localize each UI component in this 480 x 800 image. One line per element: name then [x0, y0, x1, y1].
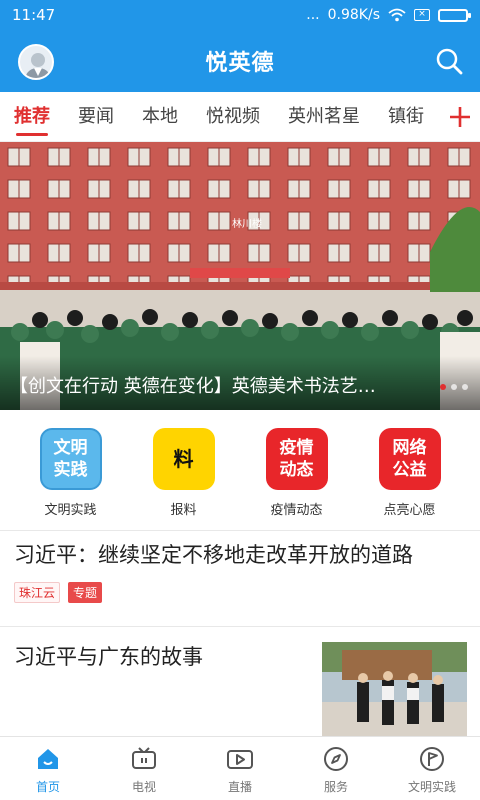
charity-icon-text: 网络 公益: [392, 438, 427, 480]
quick-link-civilization[interactable]: 文明 实践 文明实践: [21, 418, 121, 526]
status-time: 11:47: [12, 6, 56, 24]
avatar[interactable]: [18, 44, 54, 80]
nav-service[interactable]: 服务: [288, 737, 384, 800]
nav-label: 首页: [35, 780, 60, 794]
news-title: 习近平：继续坚定不移地走改革开放的道路: [14, 543, 413, 567]
epidemic-news-icon: 疫情 动态: [265, 428, 328, 490]
nav-label: 文明实践: [407, 780, 456, 794]
nav-label: 直播: [227, 780, 252, 794]
nav-tv[interactable]: 电视: [96, 737, 192, 800]
divider: [0, 530, 480, 531]
status-dots: ...: [306, 7, 320, 23]
report-icon: 料: [152, 428, 215, 490]
quick-link-label: 疫情动态: [270, 503, 323, 518]
news-tags: 珠江云 专题: [14, 582, 470, 603]
source-tag: 珠江云: [14, 582, 61, 603]
status-bar: 11:47 ... 0.98K/s ×: [0, 0, 480, 30]
nav-live[interactable]: 直播: [192, 737, 288, 800]
flag-icon: [420, 747, 444, 771]
news-item[interactable]: 习近平与广东的故事: [14, 642, 314, 672]
topic-tag: 专题: [68, 582, 103, 603]
banner-carousel[interactable]: 林川楼 【创文在行动 英德在变化】英德美术书法艺…: [0, 142, 480, 410]
carousel-dot: [462, 384, 468, 390]
tab-stars[interactable]: 英州茗星: [274, 92, 374, 141]
report-icon-text: 料: [173, 447, 194, 471]
carousel-dot: [451, 384, 457, 390]
nav-label: 电视: [131, 780, 156, 794]
add-tab-button[interactable]: [440, 92, 480, 141]
civilization-practice-icon-text: 文明 实践: [53, 438, 88, 480]
user-icon: [24, 53, 52, 78]
quick-link-wish[interactable]: 网络 公益 点亮心愿: [360, 418, 460, 526]
news-title: 习近平与广东的故事: [14, 645, 203, 669]
network-speed: 0.98K/s: [327, 7, 380, 23]
tab-local[interactable]: 本地: [128, 92, 192, 141]
compass-icon: [324, 747, 348, 771]
plus-icon: [450, 107, 470, 127]
quick-link-epidemic[interactable]: 疫情 动态 疫情动态: [247, 418, 347, 526]
category-tabs: 推荐 要闻 本地 悦视频 英州茗星 镇街: [0, 92, 480, 142]
charity-icon: 网络 公益: [378, 428, 441, 490]
bottom-navigation: 首页 电视 直播 服务 文明实践: [0, 736, 480, 800]
status-indicators: ... 0.98K/s ×: [306, 7, 471, 23]
news-thumbnail[interactable]: [322, 642, 467, 737]
battery-icon: [438, 8, 471, 22]
nav-label: 服务: [323, 780, 348, 794]
carousel-indicator: [440, 384, 468, 390]
banner-caption: 【创文在行动 英德在变化】英德美术书法艺…: [0, 356, 480, 410]
search-icon: [436, 48, 463, 75]
quick-links: 文明 实践 文明实践 料 报料 疫情 动态 疫情动态 网络 公益 点亮心愿: [0, 418, 480, 526]
quick-link-report[interactable]: 料 报料: [134, 418, 234, 526]
tab-towns[interactable]: 镇街: [374, 92, 438, 141]
app-header: 悦英德: [0, 30, 480, 92]
news-item[interactable]: 习近平：继续坚定不移地走改革开放的道路 珠江云 专题: [14, 540, 470, 603]
search-button[interactable]: [434, 46, 464, 76]
quick-link-label: 报料: [170, 503, 197, 518]
news-photo: [322, 642, 467, 737]
tab-video[interactable]: 悦视频: [192, 92, 274, 141]
nav-civilization[interactable]: 文明实践: [384, 737, 480, 800]
civilization-practice-icon: 文明 实践: [39, 428, 102, 490]
app-title: 悦英德: [205, 51, 275, 76]
home-icon: [38, 749, 58, 769]
wifi-icon: [388, 8, 406, 22]
tab-headlines[interactable]: 要闻: [64, 92, 128, 141]
carousel-dot: [440, 384, 446, 390]
building-sign: 林川楼: [232, 217, 262, 230]
live-icon: [227, 750, 253, 769]
sim-icon: ×: [414, 9, 430, 21]
nav-home[interactable]: 首页: [0, 737, 96, 800]
quick-link-label: 点亮心愿: [383, 503, 436, 518]
divider: [0, 626, 480, 627]
tv-icon: [132, 747, 156, 769]
tab-recommend[interactable]: 推荐: [0, 92, 64, 141]
epidemic-news-icon-text: 疫情 动态: [279, 438, 314, 480]
quick-link-label: 文明实践: [44, 503, 97, 518]
